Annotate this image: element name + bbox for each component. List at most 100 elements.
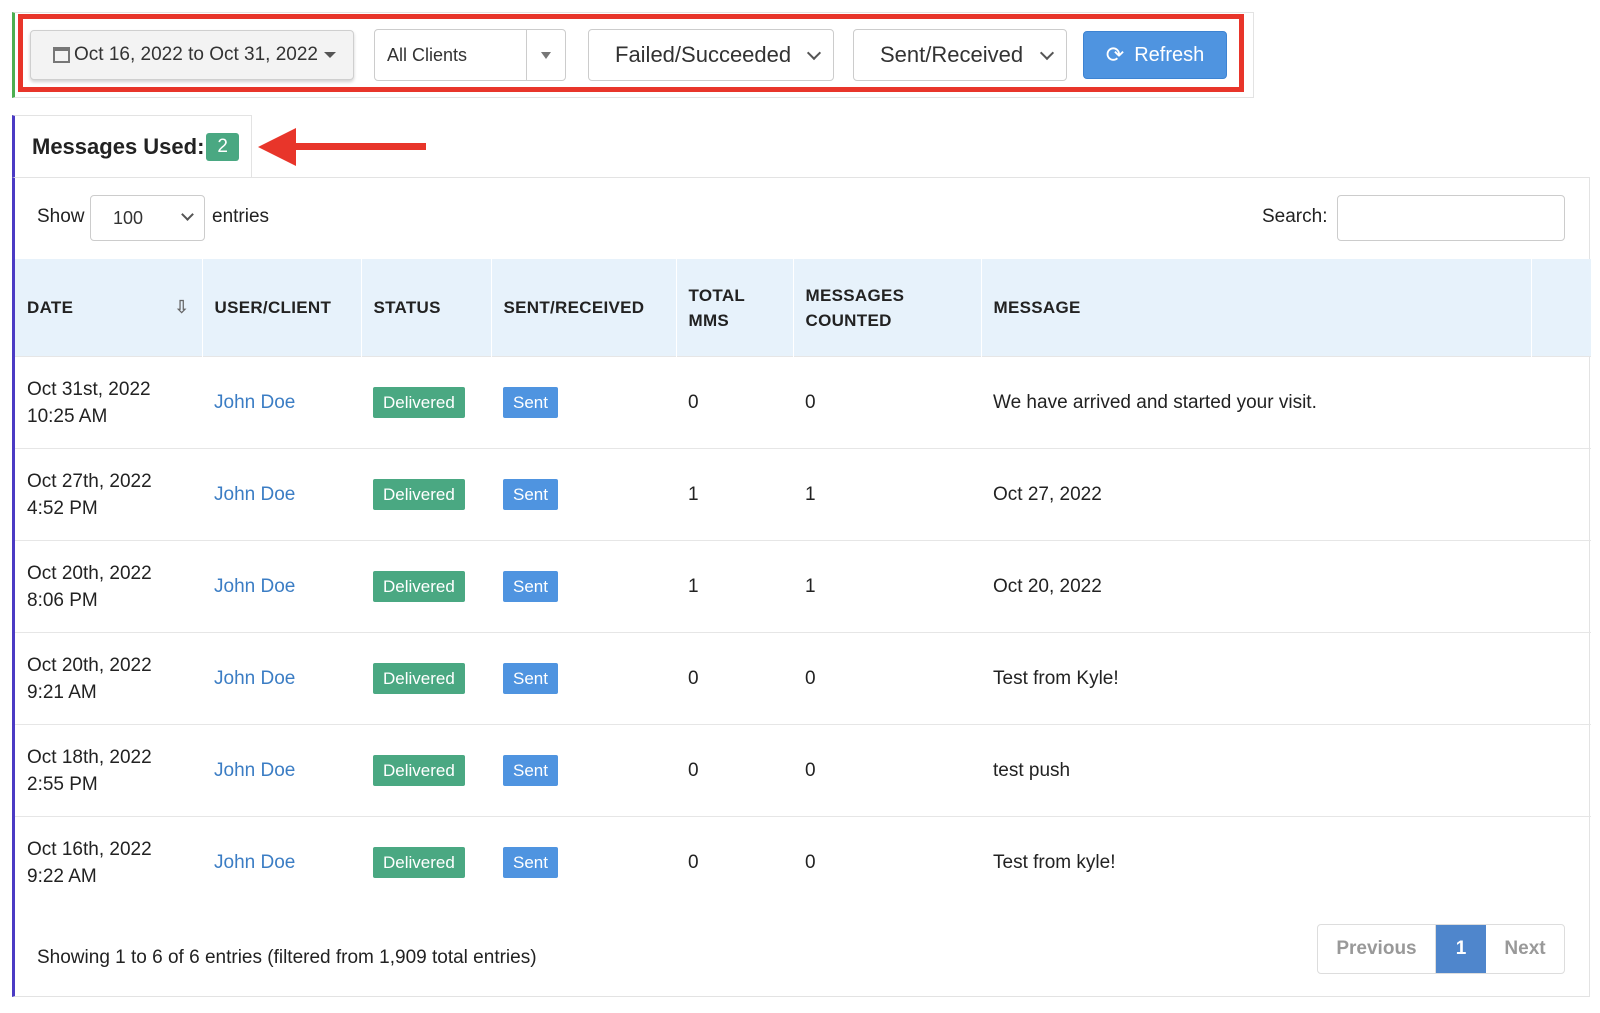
- cell-messages-counted: 1: [793, 540, 981, 633]
- clients-select[interactable]: All Clients: [374, 29, 566, 81]
- direction-filter-select[interactable]: Sent/Received: [853, 29, 1067, 81]
- cell-message: Test from kyle!: [981, 816, 1531, 908]
- column-header-status[interactable]: STATUS: [361, 259, 492, 357]
- client-link[interactable]: John Doe: [214, 668, 295, 689]
- cell-direction: Sent: [491, 448, 676, 541]
- column-header-total-mms[interactable]: TOTAL MMS: [676, 259, 794, 357]
- direction-badge: Sent: [503, 387, 558, 418]
- entries-label: entries: [212, 206, 270, 227]
- column-header-message[interactable]: MESSAGE: [981, 259, 1532, 357]
- cell-status: Delivered: [361, 448, 491, 541]
- cell-user: John Doe: [202, 356, 361, 449]
- triangle-down-icon: [541, 51, 551, 59]
- table-row: Oct 20th, 2022 9:21 AM John Doe Delivered…: [15, 632, 1591, 725]
- table-row: Oct 18th, 2022 2:55 PM John Doe Delivered…: [15, 724, 1591, 817]
- column-header-status-label: STATUS: [373, 298, 441, 317]
- row-time: 10:25 AM: [27, 405, 108, 427]
- column-header-counted-line1: MESSAGES: [805, 285, 905, 305]
- page-size-select[interactable]: 100: [90, 195, 205, 241]
- column-header-user[interactable]: USER/CLIENT: [202, 259, 362, 357]
- previous-page-button[interactable]: Previous: [1318, 925, 1436, 973]
- annotation-arrow-icon: [258, 128, 426, 166]
- cell-user: John Doe: [202, 724, 361, 817]
- status-badge: Delivered: [373, 847, 465, 878]
- refresh-button-label: Refresh: [1134, 43, 1205, 66]
- cell-extra: [1531, 540, 1591, 633]
- cell-date: Oct 18th, 2022 2:55 PM: [15, 724, 202, 817]
- cell-date: Oct 20th, 2022 9:21 AM: [15, 632, 202, 725]
- search-input[interactable]: [1337, 195, 1565, 241]
- column-header-date[interactable]: DATE ⇩: [15, 259, 203, 357]
- calendar-icon: [53, 47, 70, 63]
- cell-message: Oct 20, 2022: [981, 540, 1531, 633]
- table-header-row: DATE ⇩ USER/CLIENT STATUS SENT/RECEIVED …: [15, 259, 1592, 357]
- client-link[interactable]: John Doe: [214, 484, 295, 505]
- client-link[interactable]: John Doe: [214, 576, 295, 597]
- pagination: Previous 1 Next: [1317, 924, 1565, 974]
- table-row: Oct 31st, 2022 10:25 AM John Doe Delivere…: [15, 356, 1591, 449]
- table-row: Oct 16th, 2022 9:22 AM John Doe Delivered…: [15, 816, 1591, 908]
- sort-descending-icon[interactable]: ⇩: [174, 295, 189, 320]
- cell-extra: [1531, 816, 1591, 908]
- cell-message: Test from Kyle!: [981, 632, 1531, 725]
- date-range-picker[interactable]: Oct 16, 2022 to Oct 31, 2022: [30, 30, 354, 80]
- cell-extra: [1531, 356, 1591, 449]
- cell-messages-counted: 0: [793, 724, 981, 817]
- page-size-value: 100: [113, 207, 144, 228]
- refresh-icon: ⟳: [1105, 42, 1125, 68]
- messages-used-tab: Messages Used: 2: [12, 115, 252, 177]
- cell-direction: Sent: [491, 816, 676, 908]
- column-header-total-mms-line1: TOTAL: [688, 285, 746, 305]
- direction-badge: Sent: [503, 479, 558, 510]
- direction-badge: Sent: [503, 663, 558, 694]
- cell-total-mms: 0: [676, 356, 793, 449]
- client-link[interactable]: John Doe: [214, 760, 295, 781]
- cell-user: John Doe: [202, 632, 361, 725]
- row-time: 8:06 PM: [27, 589, 98, 611]
- status-badge: Delivered: [373, 571, 465, 602]
- next-page-button[interactable]: Next: [1486, 925, 1564, 973]
- row-date: Oct 27th, 2022: [27, 470, 152, 492]
- cell-user: John Doe: [202, 816, 361, 908]
- cell-messages-counted: 0: [793, 816, 981, 908]
- search-label: Search:: [1262, 206, 1328, 227]
- direction-badge: Sent: [503, 755, 558, 786]
- status-filter-select[interactable]: Failed/Succeeded: [588, 29, 834, 81]
- chevron-down-icon: [181, 208, 194, 221]
- cell-messages-counted: 0: [793, 356, 981, 449]
- chevron-down-icon: [1039, 45, 1055, 61]
- cell-messages-counted: 0: [793, 632, 981, 725]
- column-header-user-label: USER/CLIENT: [214, 298, 332, 317]
- cell-message: test push: [981, 724, 1531, 817]
- column-header-messages-counted[interactable]: MESSAGES COUNTED: [793, 259, 982, 357]
- cell-status: Delivered: [361, 540, 491, 633]
- row-time: 4:52 PM: [27, 497, 98, 519]
- page-1-button[interactable]: 1: [1436, 925, 1486, 973]
- cell-user: John Doe: [202, 448, 361, 541]
- column-header-extra: [1531, 259, 1592, 357]
- cell-extra: [1531, 448, 1591, 541]
- cell-total-mms: 0: [676, 816, 793, 908]
- client-link[interactable]: John Doe: [214, 852, 295, 873]
- clients-select-value: All Clients: [387, 44, 468, 65]
- cell-extra: [1531, 724, 1591, 817]
- chevron-down-icon: [806, 45, 822, 61]
- row-time: 9:21 AM: [27, 681, 97, 703]
- refresh-button[interactable]: ⟳ Refresh: [1083, 31, 1227, 79]
- client-link[interactable]: John Doe: [214, 392, 295, 413]
- row-date: Oct 18th, 2022: [27, 746, 152, 768]
- cell-message: We have arrived and started your visit.: [981, 356, 1531, 449]
- cell-extra: [1531, 632, 1591, 725]
- messages-table: DATE ⇩ USER/CLIENT STATUS SENT/RECEIVED …: [15, 259, 1592, 908]
- date-range-label: Oct 16, 2022 to Oct 31, 2022: [74, 44, 318, 65]
- status-badge: Delivered: [373, 663, 465, 694]
- cell-date: Oct 20th, 2022 8:06 PM: [15, 540, 202, 633]
- column-header-direction[interactable]: SENT/RECEIVED: [491, 259, 677, 357]
- row-date: Oct 16th, 2022: [27, 838, 152, 860]
- direction-badge: Sent: [503, 847, 558, 878]
- cell-status: Delivered: [361, 356, 491, 449]
- messages-used-label: Messages Used:: [32, 133, 205, 159]
- cell-messages-counted: 1: [793, 448, 981, 541]
- column-header-message-label: MESSAGE: [993, 298, 1081, 317]
- clients-select-arrow[interactable]: [526, 30, 565, 80]
